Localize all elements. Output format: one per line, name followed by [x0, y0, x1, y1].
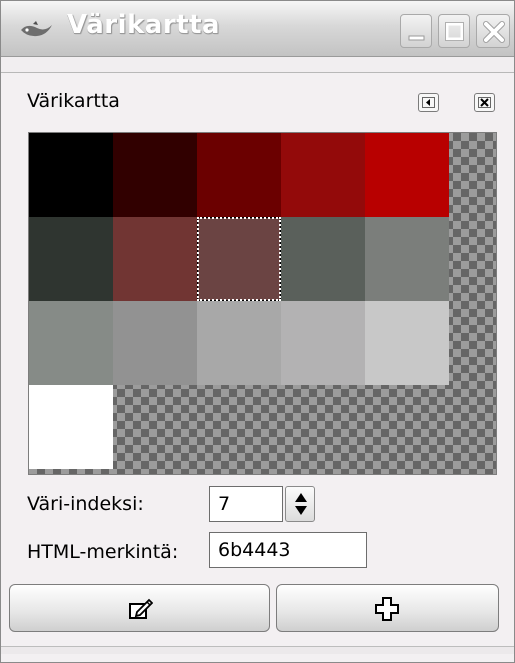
color-swatch[interactable] [113, 217, 197, 301]
window-bottom-edge [1, 646, 514, 654]
title-bar[interactable]: Värikartta [1, 1, 514, 57]
tab-menu-button[interactable] [418, 93, 439, 112]
color-index-input[interactable] [209, 486, 283, 522]
color-index-spinner[interactable] [285, 486, 315, 522]
add-color-button[interactable] [276, 584, 499, 632]
color-swatch[interactable] [113, 301, 197, 385]
color-swatch[interactable] [281, 301, 365, 385]
colormap-window: Värikartta Värikartta Väri-indeksi: 7 HT… [0, 0, 515, 663]
html-notation-label: HTML-merkintä: [27, 541, 179, 563]
color-swatch[interactable] [197, 133, 281, 217]
edit-color-button[interactable] [9, 584, 270, 632]
html-notation-input[interactable] [209, 532, 367, 568]
colormap-grid[interactable] [28, 132, 497, 475]
maximize-icon [445, 22, 464, 41]
maximize-button[interactable] [438, 14, 470, 48]
color-swatch[interactable] [197, 301, 281, 385]
dock-title: Värikartta [27, 90, 120, 112]
add-color-icon [375, 597, 399, 621]
close-tab-button[interactable] [474, 93, 495, 112]
edit-color-icon [129, 598, 153, 619]
minimize-button[interactable] [400, 14, 432, 48]
color-swatch[interactable] [29, 385, 113, 469]
color-swatch[interactable] [197, 217, 281, 301]
dock-handle-bar [1, 57, 514, 73]
color-swatch[interactable] [29, 133, 113, 217]
color-swatch[interactable] [365, 133, 449, 217]
close-button[interactable] [476, 14, 510, 48]
close-tab-icon [478, 97, 491, 108]
close-icon [483, 21, 505, 43]
tab-menu-arrow-icon [422, 97, 435, 108]
gimp-wilber-icon [19, 21, 53, 39]
color-swatch[interactable] [365, 217, 449, 301]
window-title: Värikartta [67, 10, 221, 40]
color-swatch[interactable] [281, 133, 365, 217]
color-swatch[interactable] [113, 133, 197, 217]
minimize-icon [408, 35, 425, 41]
spin-arrows-icon [295, 493, 307, 515]
color-swatch[interactable] [281, 217, 365, 301]
color-swatch[interactable] [29, 217, 113, 301]
color-index-label: Väri-indeksi: [27, 493, 144, 515]
color-swatch[interactable] [29, 301, 113, 385]
color-swatch[interactable] [365, 301, 449, 385]
